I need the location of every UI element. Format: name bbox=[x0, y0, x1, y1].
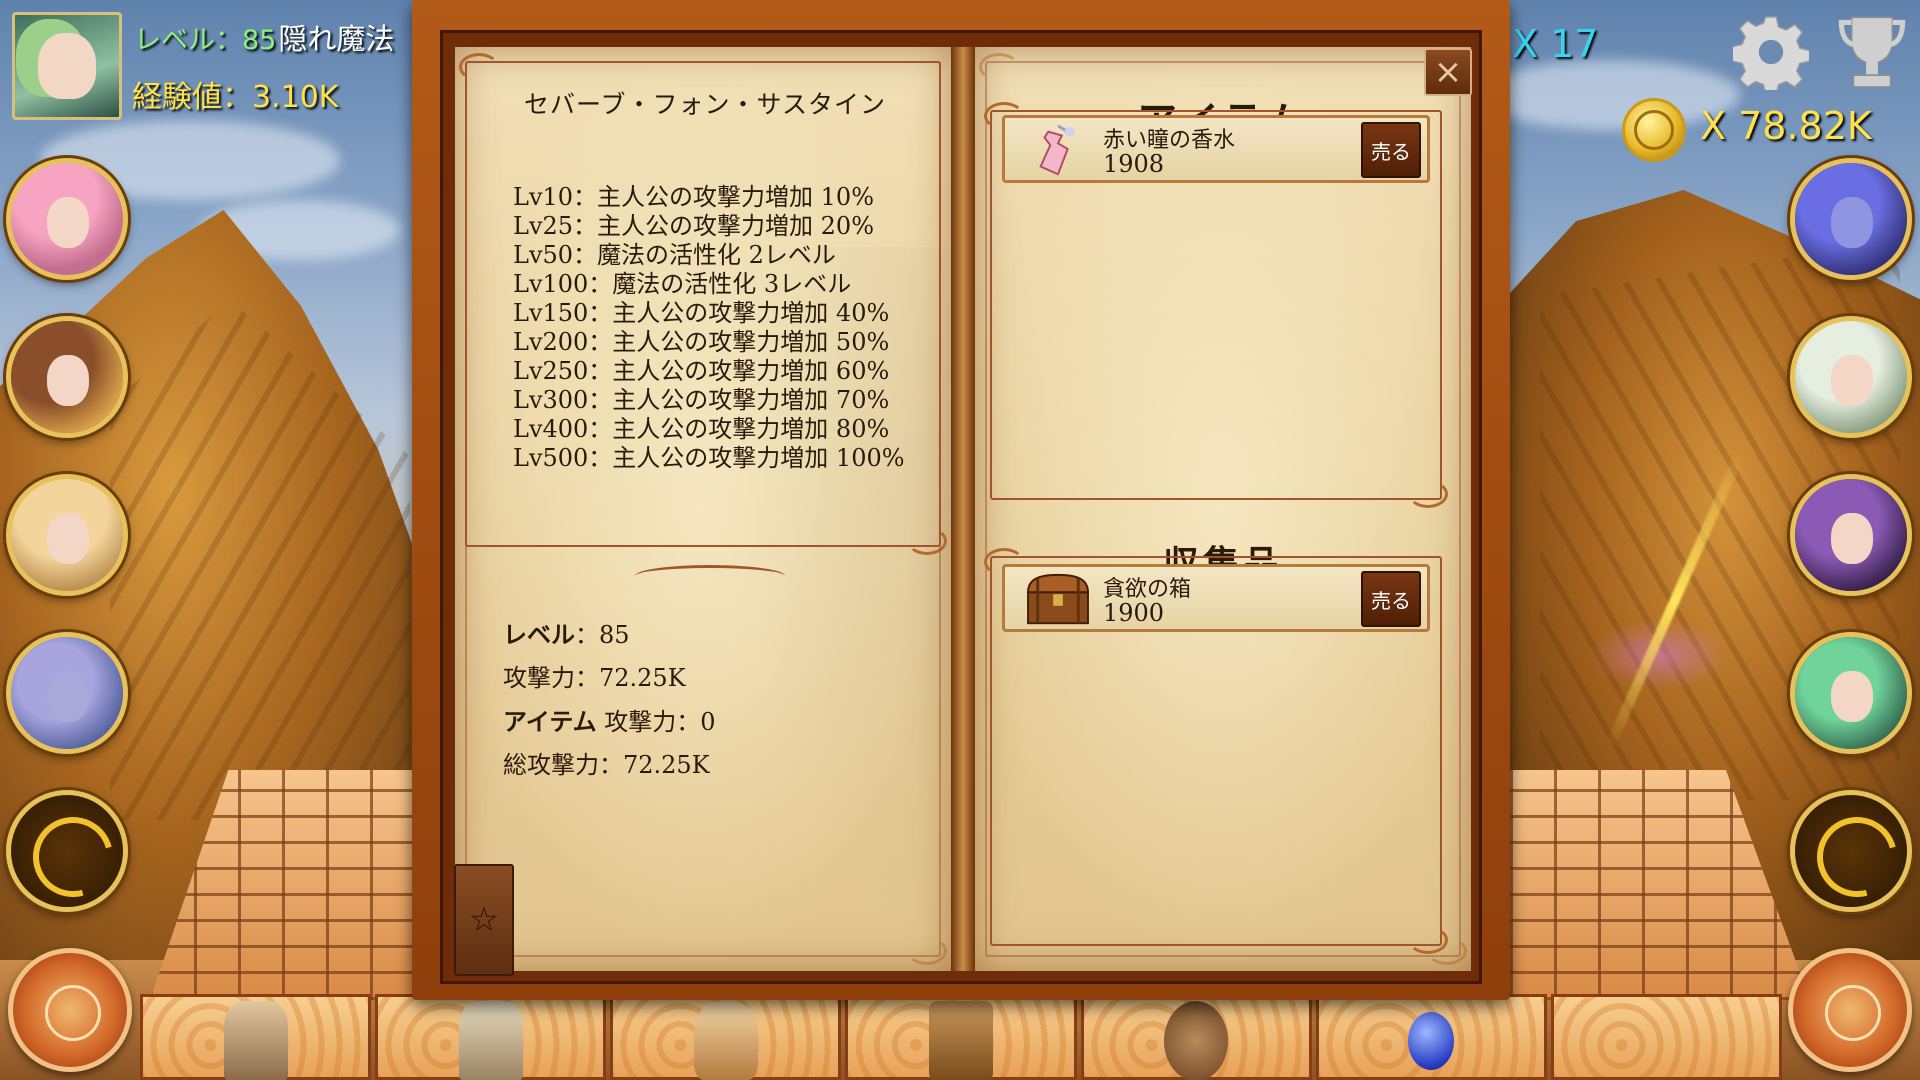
level-value: 85 bbox=[242, 25, 277, 56]
magic-scroll-icon bbox=[1164, 1001, 1229, 1080]
player-title: 隠れ魔法 bbox=[278, 22, 395, 56]
portrait-white-hair[interactable] bbox=[1790, 316, 1912, 438]
player-avatar[interactable] bbox=[12, 12, 122, 120]
portrait-blue-fairy[interactable] bbox=[6, 632, 128, 754]
compass-left-button[interactable] bbox=[8, 948, 132, 1072]
portrait-locked-right[interactable] bbox=[1790, 790, 1912, 912]
player-exp: 経験値：3.10K bbox=[132, 72, 338, 116]
portrait-blonde-hair[interactable] bbox=[6, 474, 128, 596]
menu-slot-magic[interactable] bbox=[1080, 994, 1312, 1080]
gear-icon[interactable] bbox=[1733, 14, 1809, 90]
blue-gem-icon bbox=[1408, 1012, 1455, 1070]
collection-item-value: 1900 bbox=[1103, 599, 1165, 627]
coin-count: X 78.82K bbox=[1700, 104, 1872, 148]
portrait-brown-hair[interactable] bbox=[6, 316, 128, 438]
collection-row[interactable]: 貪欲の箱 1900 売る bbox=[1002, 564, 1430, 632]
trophy-icon[interactable] bbox=[1838, 12, 1906, 94]
menu-slot-empty[interactable] bbox=[1550, 994, 1782, 1080]
portrait-pink-hair[interactable] bbox=[6, 158, 128, 280]
elf-girl-icon bbox=[458, 1001, 523, 1080]
portrait-green-hair-hat[interactable] bbox=[1790, 632, 1912, 754]
menu-slot-gem[interactable] bbox=[1315, 994, 1547, 1080]
star-icon: ☆ bbox=[468, 900, 500, 940]
menu-slot-hero[interactable] bbox=[140, 994, 372, 1080]
potion-icon bbox=[693, 1001, 758, 1080]
treasure-chest-icon bbox=[1027, 573, 1089, 625]
menu-slot-potions[interactable] bbox=[610, 994, 842, 1080]
perfume-bottle-icon bbox=[1039, 124, 1075, 176]
book-spine bbox=[951, 47, 975, 971]
item-row[interactable]: 赤い瞳の香水 1908 売る bbox=[1002, 115, 1430, 183]
level-label: レベル： bbox=[134, 25, 242, 56]
treasure-chest-icon bbox=[928, 1001, 993, 1080]
gem-count: X 17 bbox=[1512, 22, 1599, 66]
book-left-page: セバーブ・フォン・サスタイン Lv10：主人公の攻撃力増加 10% Lv25：主… bbox=[455, 47, 1155, 971]
bottom-menu-bar bbox=[140, 994, 1782, 1080]
menu-slot-treasure[interactable] bbox=[845, 994, 1077, 1080]
coin-icon bbox=[1622, 98, 1686, 162]
portrait-locked-left[interactable] bbox=[6, 790, 128, 912]
sell-button[interactable]: 売る bbox=[1361, 571, 1421, 627]
item-value: 1908 bbox=[1103, 150, 1165, 178]
page-border bbox=[459, 53, 947, 965]
exp-label: 経験値： bbox=[132, 80, 252, 115]
portrait-purple-hair[interactable] bbox=[1790, 474, 1912, 596]
close-icon: × bbox=[1433, 52, 1463, 92]
favorite-tab[interactable]: ☆ bbox=[454, 864, 514, 976]
hero-icon bbox=[223, 1001, 288, 1080]
portrait-blue-twins[interactable] bbox=[1790, 158, 1912, 280]
player-level: レベル：85隠れ魔法 bbox=[134, 16, 394, 58]
menu-slot-companions[interactable] bbox=[375, 994, 607, 1080]
sell-button[interactable]: 売る bbox=[1361, 122, 1421, 178]
compass-right-button[interactable] bbox=[1788, 948, 1912, 1072]
exp-value: 3.10K bbox=[252, 80, 339, 115]
close-button[interactable]: × bbox=[1424, 48, 1472, 96]
